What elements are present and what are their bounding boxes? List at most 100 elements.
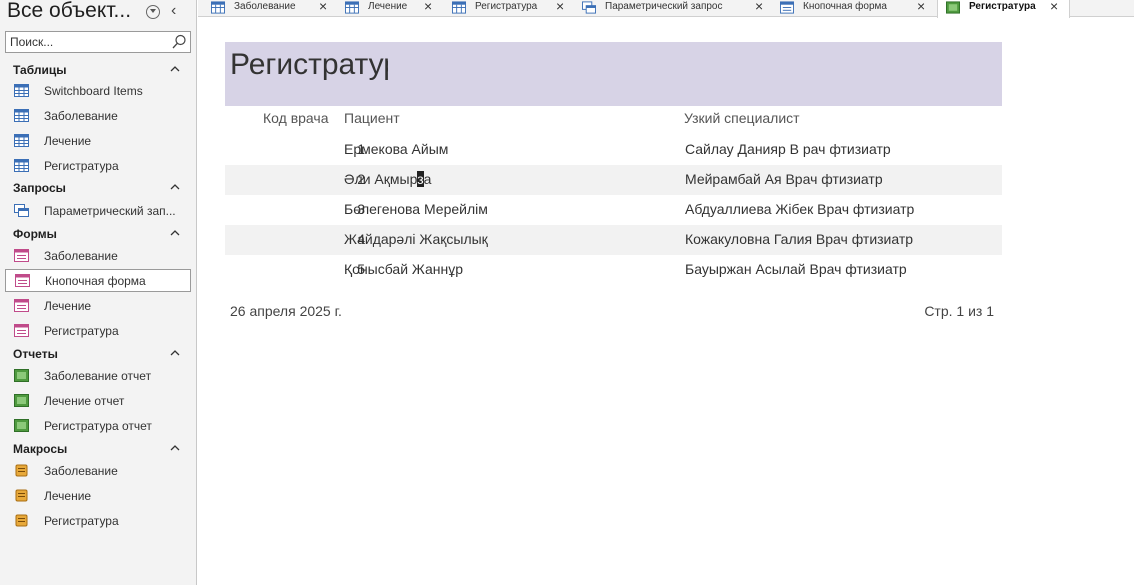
patient-text-before-cursor: Әли Ақмыр (344, 171, 418, 187)
close-icon[interactable]: × (319, 0, 327, 14)
group-header-macros[interactable]: Макросы (0, 439, 197, 459)
group-label: Макросы (13, 442, 68, 456)
nav-item-label: Заболевание (44, 109, 118, 123)
table-row: 4 Жайдарәлі Жақсылық Кожакуловна Галия В… (225, 225, 1002, 255)
cell-specialist: Бауыржан Асылай Врач фтизиатр (685, 261, 907, 277)
nav-item-label: Switchboard Items (44, 84, 143, 98)
tab-label: Лечение (368, 1, 408, 12)
tab-label: Заболевание (234, 1, 296, 12)
cell-patient: Әли Ақмырза (344, 171, 431, 187)
group-header-tables[interactable]: Таблицы (0, 60, 197, 80)
tab-disease-table[interactable]: Заболевание × (203, 0, 337, 17)
table-row: 1 Ермекова Айым Сайлау Данияр В рач фтиз… (225, 135, 1002, 165)
tab-label: Регистратура (475, 1, 538, 12)
nav-item-macro-disease[interactable]: Заболевание (5, 460, 191, 483)
macro-icon (15, 489, 28, 502)
chevron-up-icon (170, 445, 180, 451)
patient-text-after-cursor: а (423, 171, 432, 187)
table-icon (14, 159, 29, 172)
nav-item-form-switchboard[interactable]: Кнопочная форма (5, 269, 191, 292)
nav-item-table-switchboard-items[interactable]: Switchboard Items (5, 80, 191, 103)
nav-item-label: Лечение (44, 134, 92, 148)
nav-item-label: Заболевание (44, 249, 118, 263)
nav-item-form-disease[interactable]: Заболевание (5, 245, 191, 268)
cell-specialist: Абдуаллиева Жібек Врач фтизиатр (685, 201, 915, 217)
group-label: Запросы (13, 181, 66, 195)
close-icon[interactable]: × (556, 0, 564, 14)
nav-item-report-treatment[interactable]: Лечение отчет (5, 390, 191, 413)
nav-header: Все объект... ‹ (0, 0, 197, 26)
search-icon[interactable] (171, 34, 187, 50)
nav-item-label: Лечение (44, 489, 92, 503)
nav-item-form-treatment[interactable]: Лечение (5, 295, 191, 318)
report-title: Регистратура (230, 48, 388, 81)
document-tab-strip: Заболевание × Лечение × Регистратура × П… (198, 0, 1134, 18)
column-header-specialist: Узкий специалист (684, 110, 800, 126)
form-icon (14, 299, 29, 312)
nav-item-label: Кнопочная форма (45, 274, 146, 288)
close-icon[interactable]: × (755, 0, 763, 14)
report-icon (946, 1, 960, 14)
tab-label: Регистратура (969, 1, 1036, 12)
nav-item-label: Лечение (44, 299, 92, 313)
cell-patient: Жайдарәлі Жақсылық (344, 231, 488, 247)
tab-registry-report[interactable]: Регистратура × (937, 0, 1070, 18)
macro-icon (15, 464, 28, 477)
report-icon (14, 369, 29, 382)
cell-patient: Қонысбай Жаннұр (344, 261, 464, 277)
nav-item-label: Регистратура (44, 159, 119, 173)
nav-title[interactable]: Все объект... (7, 0, 131, 23)
nav-item-label: Регистратура (44, 324, 119, 338)
cell-patient: Ермекова Айым (344, 141, 449, 157)
nav-item-macro-treatment[interactable]: Лечение (5, 485, 191, 508)
table-icon (211, 1, 225, 14)
tab-registry-table[interactable]: Регистратура × (444, 0, 574, 17)
chevron-up-icon (170, 184, 180, 190)
group-header-reports[interactable]: Отчеты (0, 344, 197, 364)
nav-item-label: Параметрический зап... (44, 204, 176, 218)
nav-item-query-parametric[interactable]: Параметрический зап... (5, 200, 191, 223)
close-icon[interactable]: × (424, 0, 432, 14)
report-view: Регистратура Код врача Пациент Узкий спе… (198, 18, 1134, 585)
tab-parametric-query[interactable]: Параметрический запрос × (574, 0, 772, 17)
group-label: Таблицы (13, 63, 67, 77)
table-icon (14, 134, 29, 147)
table-row: 5 Қонысбай Жаннұр Бауыржан Асылай Врач ф… (225, 255, 1002, 285)
close-icon[interactable]: × (1050, 0, 1058, 14)
group-header-queries[interactable]: Запросы (0, 178, 197, 198)
chevron-up-icon (170, 66, 180, 72)
table-icon (345, 1, 359, 14)
group-label: Отчеты (13, 347, 58, 361)
nav-item-table-registry[interactable]: Регистратура (5, 155, 191, 178)
query-icon (582, 1, 596, 14)
search-input[interactable] (6, 32, 166, 52)
query-icon (14, 204, 29, 217)
search-box (5, 31, 191, 53)
form-icon (15, 274, 30, 287)
collapse-pane-icon[interactable]: ‹ (171, 2, 176, 20)
nav-item-macro-registry[interactable]: Регистратура (5, 510, 191, 533)
table-row: 3 Бөлегенова Мерейлім Абдуаллиева Жібек … (225, 195, 1002, 225)
tab-switchboard-form[interactable]: Кнопочная форма × (772, 0, 937, 17)
nav-item-report-disease[interactable]: Заболевание отчет (5, 365, 191, 388)
report-icon (14, 419, 29, 432)
form-icon (14, 324, 29, 337)
nav-item-table-treatment[interactable]: Лечение (5, 130, 191, 153)
group-header-forms[interactable]: Формы (0, 224, 197, 244)
nav-item-label: Заболевание отчет (44, 369, 152, 383)
nav-item-report-registry[interactable]: Регистратура отчет (5, 415, 191, 438)
navigation-pane: Все объект... ‹ Таблицы Switchboard Item… (0, 0, 197, 585)
nav-menu-dropdown-icon[interactable] (146, 5, 160, 19)
form-icon (780, 1, 794, 14)
macro-icon (15, 514, 28, 527)
column-header-doctor-code: Код врача (263, 110, 329, 126)
nav-item-label: Регистратура отчет (44, 419, 152, 433)
close-icon[interactable]: × (917, 0, 925, 14)
tab-treatment-table[interactable]: Лечение × (337, 0, 444, 17)
nav-item-table-disease[interactable]: Заболевание (5, 105, 191, 128)
nav-item-label: Регистратура (44, 514, 119, 528)
nav-item-form-registry[interactable]: Регистратура (5, 320, 191, 343)
chevron-up-icon (170, 350, 180, 356)
form-icon (14, 249, 29, 262)
table-row: 2 Әли Ақмырза Мейрамбай Ая Врач фтизиатр (225, 165, 1002, 195)
